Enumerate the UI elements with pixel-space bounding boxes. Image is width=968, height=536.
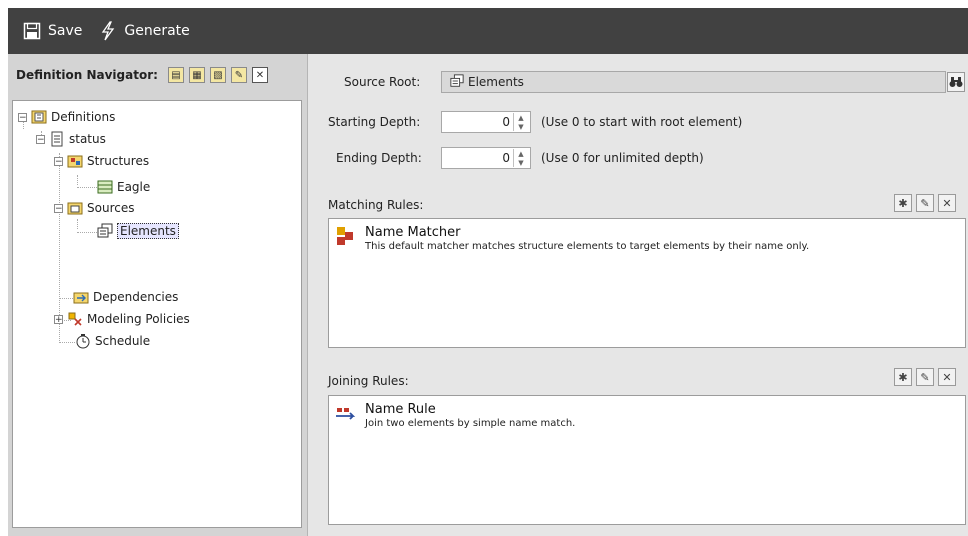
tree-label-status: status — [69, 132, 106, 146]
delete-rule-icon[interactable]: ✕ — [938, 194, 956, 212]
delete-rule-icon[interactable]: ✕ — [938, 368, 956, 386]
toolbar: Save Generate — [8, 8, 968, 54]
browse-binoculars-button[interactable] — [947, 72, 965, 92]
tree-label-schedule: Schedule — [95, 334, 151, 348]
ending-depth-spinner[interactable]: 0 ▲ ▼ — [441, 147, 531, 169]
matching-rules-label: Matching Rules: — [328, 198, 424, 212]
joining-rules-list: Name Rule Join two elements by simple na… — [328, 395, 966, 525]
starting-depth-label: Starting Depth: — [328, 115, 421, 129]
starting-depth-value: 0 — [502, 115, 510, 129]
generate-button[interactable]: Generate — [98, 16, 190, 46]
delete-icon[interactable]: ✕ — [251, 67, 268, 83]
definition-tree: − Definitions − status − Structures Eagl… — [12, 100, 302, 528]
tree-node-dependencies[interactable]: Dependencies — [73, 287, 178, 307]
ending-depth-hint: (Use 0 for unlimited depth) — [541, 151, 704, 165]
definitions-folder-icon — [31, 109, 47, 125]
ending-depth-value: 0 — [502, 151, 510, 165]
tree-label-definitions: Definitions — [51, 110, 116, 124]
collapse-icon[interactable]: − — [54, 203, 63, 213]
add-rule-icon[interactable]: ✱ — [894, 368, 912, 386]
tree-node-definitions[interactable]: − Definitions — [18, 107, 115, 127]
tree-node-sources[interactable]: − Sources — [54, 198, 134, 218]
elements-icon — [450, 73, 464, 91]
generate-label: Generate — [124, 23, 190, 39]
joining-rules-toolbar: ✱ ✎ ✕ — [890, 368, 956, 386]
name-matcher-icon — [335, 225, 357, 247]
collapse-icon[interactable]: − — [18, 112, 27, 122]
matching-rule-desc: This default matcher matches structure e… — [365, 241, 810, 252]
edit-rule-icon[interactable]: ✎ — [916, 194, 934, 212]
spinner-up-icon[interactable]: ▲ — [514, 149, 528, 158]
matching-rule-title: Name Matcher — [365, 225, 461, 240]
content-panel: Source Root: Elements Starting Depth: 0 … — [308, 54, 968, 536]
tree-label-modeling-policies: Modeling Policies — [87, 312, 190, 326]
tree-label-sources: Sources — [87, 201, 135, 215]
source-root-value: Elements — [468, 75, 524, 89]
name-rule-arrow-icon — [335, 402, 357, 424]
clock-icon — [75, 333, 91, 349]
structures-folder-icon — [67, 153, 83, 169]
navigator-header: Definition Navigator: ▤ ▦ ▧ ✎ ✕ — [8, 54, 307, 96]
tree-label-eagle: Eagle — [117, 180, 151, 194]
navigator-title: Definition Navigator: — [16, 68, 158, 82]
tree-node-status[interactable]: − status — [36, 129, 106, 149]
tree-node-elements[interactable]: Elements — [97, 221, 179, 241]
starting-depth-spinner[interactable]: 0 ▲ ▼ — [441, 111, 531, 133]
starting-depth-hint: (Use 0 to start with root element) — [541, 115, 743, 129]
new-source-icon[interactable]: ▧ — [209, 67, 226, 83]
tree-label-dependencies: Dependencies — [93, 290, 179, 304]
elements-icon — [97, 223, 113, 239]
source-root-field[interactable]: Elements — [441, 71, 946, 93]
matching-rules-list: Name Matcher This default matcher matche… — [328, 218, 966, 348]
collapse-icon[interactable]: − — [54, 156, 63, 166]
tree-node-structures[interactable]: − Structures — [54, 151, 149, 171]
collapse-icon[interactable]: − — [36, 134, 45, 144]
joining-rule-title: Name Rule — [365, 402, 436, 417]
source-root-label: Source Root: — [344, 75, 421, 89]
spinner-up-icon[interactable]: ▲ — [514, 113, 528, 122]
floppy-disk-icon — [22, 21, 42, 41]
tree-node-schedule[interactable]: Schedule — [75, 331, 150, 351]
matching-rules-toolbar: ✱ ✎ ✕ — [890, 194, 956, 212]
joining-rule-desc: Join two elements by simple name match. — [365, 418, 576, 429]
ending-depth-label: Ending Depth: — [336, 151, 422, 165]
spinner-down-icon[interactable]: ▼ — [514, 158, 528, 167]
new-structure-icon[interactable]: ▦ — [188, 67, 205, 83]
dependencies-folder-icon — [73, 289, 89, 305]
joining-rules-label: Joining Rules: — [328, 374, 409, 388]
document-icon — [49, 131, 65, 147]
lightning-icon — [98, 21, 118, 41]
tree-label-elements: Elements — [117, 223, 179, 239]
binoculars-icon — [949, 77, 963, 87]
tree-node-modeling-policies[interactable]: + Modeling Policies — [54, 309, 190, 329]
add-rule-icon[interactable]: ✱ — [894, 194, 912, 212]
edit-icon[interactable]: ✎ — [230, 67, 247, 83]
tree-label-structures: Structures — [87, 154, 150, 168]
new-definition-icon[interactable]: ▤ — [167, 67, 184, 83]
navigator-toolbar: ▤ ▦ ▧ ✎ ✕ — [167, 67, 273, 83]
spinner-down-icon[interactable]: ▼ — [514, 122, 528, 131]
sources-folder-icon — [67, 200, 83, 216]
expand-icon[interactable]: + — [54, 314, 63, 324]
modeling-policies-icon — [67, 311, 83, 327]
tree-node-eagle[interactable]: Eagle — [97, 177, 150, 197]
structure-table-icon — [97, 179, 113, 195]
matching-rule-item[interactable]: Name Matcher This default matcher matche… — [335, 225, 809, 252]
save-label: Save — [48, 23, 83, 39]
joining-rule-item[interactable]: Name Rule Join two elements by simple na… — [335, 402, 575, 429]
definition-navigator-panel: Definition Navigator: ▤ ▦ ▧ ✎ ✕ − Defini… — [8, 54, 308, 536]
edit-rule-icon[interactable]: ✎ — [916, 368, 934, 386]
save-button[interactable]: Save — [22, 16, 82, 46]
